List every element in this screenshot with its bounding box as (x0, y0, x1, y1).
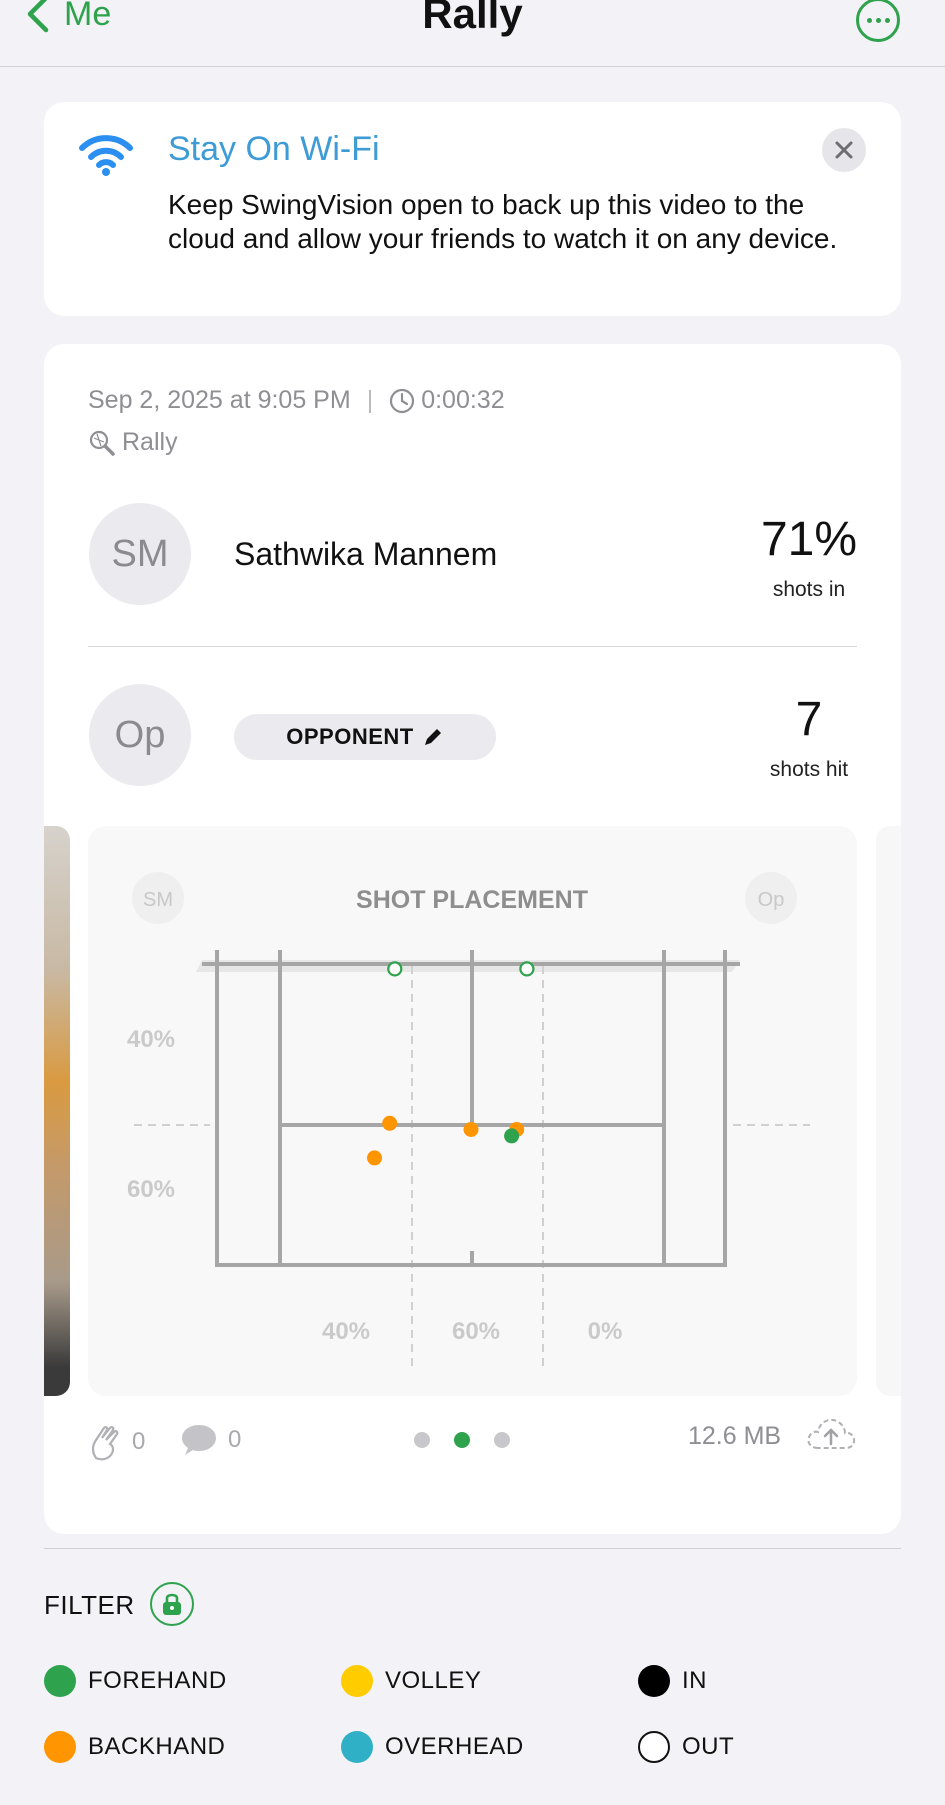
shots-hit-value: 7 (795, 693, 823, 746)
nav-bar: Me Rally (0, 0, 945, 67)
more-icon (866, 17, 872, 23)
shot-point (382, 1115, 398, 1131)
wifi-banner-title: Stay On Wi-Fi (168, 130, 380, 168)
wifi-icon (79, 135, 133, 176)
shots-in-label: shots in (772, 578, 846, 601)
filter-overhead[interactable]: OVERHEAD (341, 1731, 524, 1763)
file-size: 12.6 MB (688, 1422, 782, 1450)
court-lines (202, 950, 740, 1267)
claps-button[interactable]: 0 (88, 1422, 145, 1462)
shot-point (387, 961, 403, 977)
filter-item-label: OUT (682, 1733, 735, 1760)
shot-point (519, 961, 535, 977)
backhand-dot (44, 1731, 76, 1763)
in-dot (638, 1665, 670, 1697)
session-meta: Sep 2, 2025 at 9:05 PM | 0:00:32 (88, 386, 505, 415)
clock-icon (390, 388, 415, 413)
avatar[interactable]: SM (89, 503, 191, 605)
session-card[interactable]: Sep 2, 2025 at 9:05 PM | 0:00:32 Rally S… (44, 344, 901, 1534)
racket-icon (89, 430, 115, 456)
meta-divider: | (366, 386, 374, 414)
divider (44, 1548, 901, 1549)
shot-point (504, 1128, 520, 1144)
overhead-dot (341, 1731, 373, 1763)
filter-forehand[interactable]: FOREHAND (44, 1665, 227, 1697)
filter-item-label: IN (682, 1667, 707, 1694)
depth-label: 60% (127, 1176, 175, 1203)
close-button[interactable] (822, 128, 866, 172)
chart-title: SHOT PLACEMENT (356, 886, 588, 914)
page-indicator[interactable] (414, 1432, 510, 1448)
session-date: Sep 2, 2025 at 9:05 PM (88, 386, 351, 414)
filter-out[interactable]: OUT (638, 1731, 734, 1763)
comment-icon (182, 1425, 216, 1455)
shots-hit-label: shots hit (769, 758, 849, 781)
next-slide[interactable] (876, 826, 901, 1396)
session-type-label: Rally (122, 428, 178, 456)
lock-button[interactable] (150, 1582, 194, 1626)
opponent-button[interactable]: OPPONENT (234, 714, 496, 760)
opponent-label: OPPONENT (286, 724, 414, 749)
page-dot[interactable] (414, 1432, 430, 1448)
filter-item-label: VOLLEY (385, 1667, 482, 1694)
video-thumbnail[interactable] (44, 826, 70, 1396)
out-dot (638, 1731, 670, 1763)
shot-point (367, 1150, 382, 1166)
filter-item-label: OVERHEAD (385, 1733, 524, 1760)
shot-point (463, 1122, 479, 1137)
width-label: 40% (322, 1318, 370, 1345)
cloud-upload-icon[interactable] (804, 1414, 858, 1454)
more-button[interactable] (856, 0, 900, 42)
pencil-icon (424, 729, 441, 745)
depth-label: 40% (127, 1026, 175, 1053)
player-name: Sathwika Mannem (234, 536, 498, 572)
close-icon (835, 141, 853, 159)
wifi-banner: Stay On Wi-Fi Keep SwingVision open to b… (44, 102, 901, 316)
comments-count: 0 (228, 1426, 242, 1453)
claps-count: 0 (132, 1428, 146, 1455)
filter-in[interactable]: IN (638, 1665, 707, 1697)
filter-backhand[interactable]: BACKHAND (44, 1731, 225, 1763)
page-dot-active[interactable] (454, 1432, 470, 1448)
page-dot[interactable] (494, 1432, 510, 1448)
wifi-banner-body: Keep SwingVision open to back up this vi… (168, 189, 838, 254)
page-title: Rally (422, 0, 523, 37)
width-label: 60% (452, 1318, 500, 1345)
volley-dot (341, 1665, 373, 1697)
clap-icon (91, 1426, 119, 1461)
shot-points (367, 961, 535, 1166)
divider (88, 646, 857, 647)
shot-placement-chart[interactable]: SM Op SHOT PLACEMENT 40% 60% 40% 60% 0% (88, 826, 857, 1396)
filter-label: FILTER (44, 1590, 135, 1620)
filter-volley[interactable]: VOLLEY (341, 1665, 481, 1697)
filter-item-label: BACKHAND (88, 1733, 226, 1760)
court-diagram: SM Op SHOT PLACEMENT 40% 60% 40% 60% 0% (127, 872, 810, 1371)
shots-in-value: 71% (760, 513, 858, 566)
avatar[interactable]: Op (89, 684, 191, 786)
session-type: Rally (88, 428, 178, 457)
width-label: 0% (588, 1318, 623, 1345)
left-badge: SM (143, 889, 173, 911)
lock-icon (163, 1593, 181, 1615)
forehand-dot (44, 1665, 76, 1697)
session-duration: 0:00:32 (421, 386, 505, 414)
filter-item-label: FOREHAND (88, 1667, 227, 1694)
comments-button[interactable]: 0 (180, 1422, 241, 1458)
right-badge: Op (758, 889, 785, 911)
card-footer: 0 0 12.6 MB (88, 1414, 857, 1464)
